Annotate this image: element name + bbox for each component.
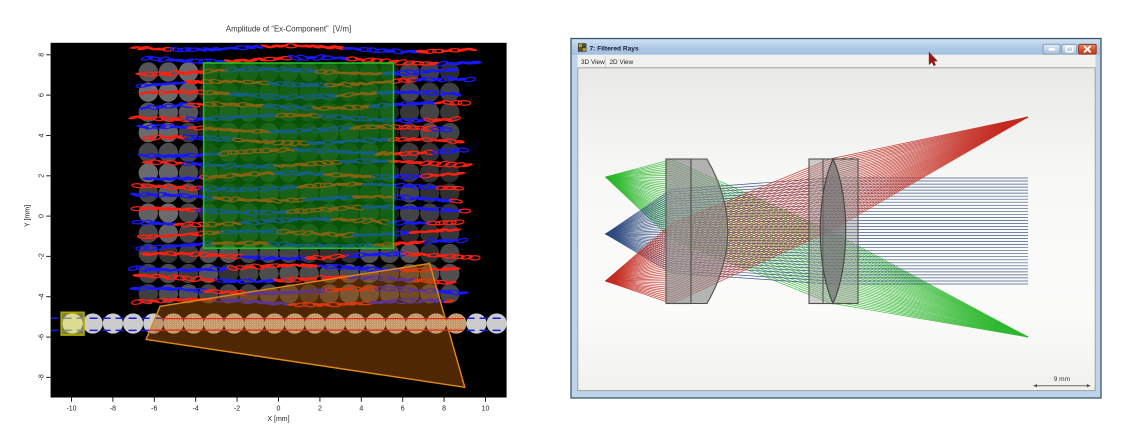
svg-text:-10: -10 [66,406,76,413]
svg-text:-6: -6 [151,406,157,413]
svg-text:6: 6 [39,93,46,97]
svg-text:-4: -4 [193,406,199,413]
svg-text:X [mm]: X [mm] [267,416,289,423]
svg-text:0: 0 [39,214,46,218]
svg-text:10: 10 [482,406,490,413]
svg-text:7: Filtered Rays: 7: Filtered Rays [590,46,639,53]
svg-text:4: 4 [39,133,46,137]
svg-text:-2: -2 [234,406,240,413]
svg-text:Y [mm]: Y [mm] [25,205,32,227]
svg-text:3D View: 3D View [581,59,605,66]
svg-text:9 mm: 9 mm [1054,376,1070,383]
svg-text:Amplitude of “Ex-Component” [: Amplitude of “Ex-Component” [V/m] [226,25,351,34]
svg-text:6: 6 [401,406,405,413]
svg-text:-8: -8 [39,374,46,380]
svg-text:8: 8 [442,406,446,413]
svg-text:2: 2 [318,406,322,413]
svg-text:8: 8 [39,53,46,57]
svg-text:4: 4 [359,406,363,413]
svg-text:-8: -8 [110,406,116,413]
svg-text:-4: -4 [39,293,46,299]
svg-text:0: 0 [277,406,281,413]
svg-text:-2: -2 [39,253,46,259]
svg-text:2D View: 2D View [610,59,634,66]
svg-text:2: 2 [39,174,46,178]
svg-text:-6: -6 [39,334,46,340]
